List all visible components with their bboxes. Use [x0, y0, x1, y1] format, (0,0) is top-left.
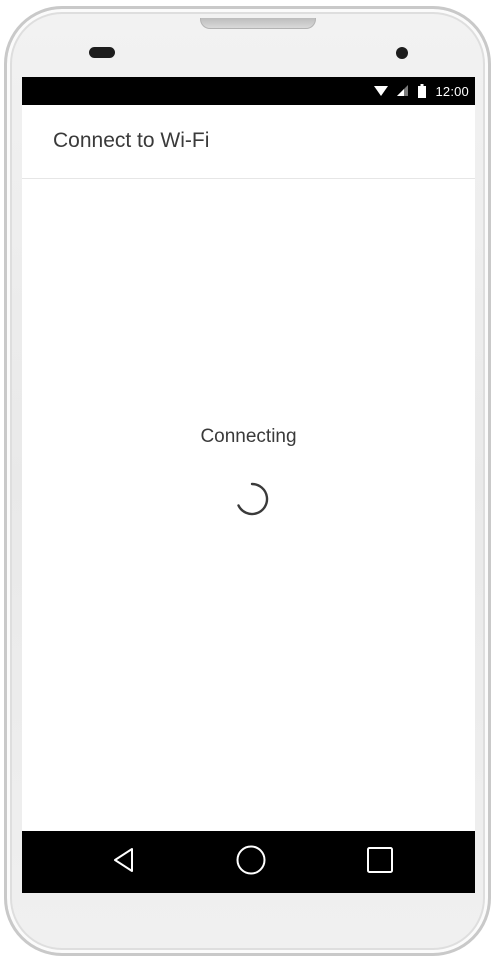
main-content: Connecting	[22, 179, 475, 831]
navigation-bar	[22, 831, 475, 893]
device-screen: 12:00 Connect to Wi-Fi Connecting	[22, 77, 475, 893]
battery-icon	[418, 84, 427, 98]
back-button[interactable]	[107, 845, 141, 879]
app-bar: Connect to Wi-Fi	[22, 105, 475, 179]
recents-icon	[365, 845, 395, 880]
loading-spinner-icon	[232, 479, 272, 524]
back-icon	[110, 846, 138, 879]
home-button[interactable]	[234, 845, 268, 879]
home-icon	[235, 844, 267, 881]
wifi-icon	[374, 85, 389, 97]
earpiece-speaker	[89, 47, 115, 58]
cellular-signal-icon	[397, 85, 409, 97]
status-bar: 12:00	[22, 77, 475, 105]
connecting-status-text: Connecting	[200, 426, 297, 447]
recents-button[interactable]	[363, 845, 397, 879]
status-time: 12:00	[435, 83, 469, 99]
front-camera	[396, 47, 408, 59]
page-title: Connect to Wi-Fi	[53, 129, 210, 152]
status-icons: 12:00	[374, 77, 469, 105]
phone-top-slot	[200, 18, 316, 29]
